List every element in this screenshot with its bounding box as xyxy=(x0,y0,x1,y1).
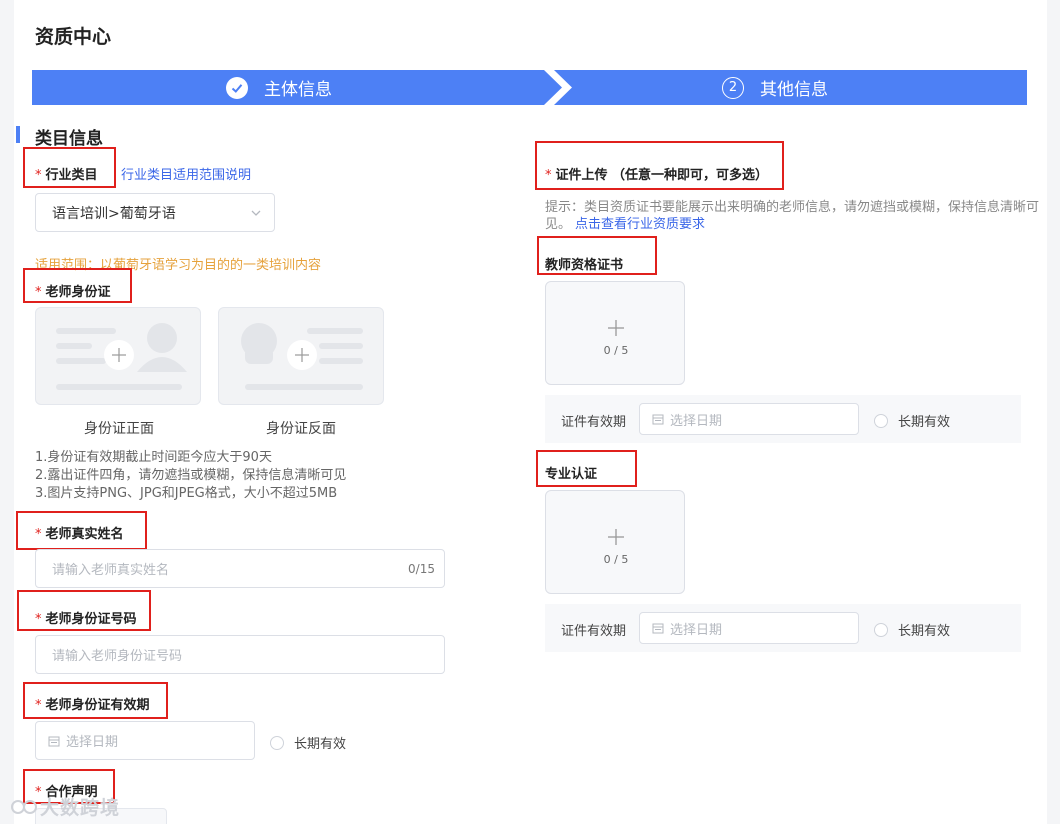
teacher-id-long-term-radio[interactable]: 长期有效 xyxy=(270,733,346,752)
watermark-logo-icon xyxy=(11,799,37,814)
teacher-name-input[interactable]: 请输入老师真实姓名 0/15 xyxy=(35,549,445,588)
step-other-info[interactable]: 2 其他信息 xyxy=(722,70,828,105)
radio-circle xyxy=(874,413,888,428)
teacher-id-label: * 老师身份证 xyxy=(35,285,111,300)
date-placeholder: 选择日期 xyxy=(670,622,723,638)
left-gutter xyxy=(0,0,14,824)
char-counter: 0/15 xyxy=(408,562,435,576)
plus-icon xyxy=(608,529,624,545)
upload-count: 0 / 5 xyxy=(603,553,629,566)
id-notes: 1.身份证有效期截止时间距今应大于90天 2.露出证件四角，请勿遮挡或模糊，保持… xyxy=(35,449,346,503)
industry-select-value: 语言培训>葡萄牙语 xyxy=(52,205,176,222)
radio-label: 长期有效 xyxy=(898,624,951,639)
teacher-name-placeholder: 请输入老师真实姓名 xyxy=(52,563,170,578)
certificate-upload-label: * 证件上传 （任意一种即可，可多选） xyxy=(545,168,769,183)
industry-scope-link[interactable]: 行业类目适用范围说明 xyxy=(121,164,251,183)
steps-bar: 主体信息 2 其他信息 xyxy=(32,70,1027,105)
professional-cert-label: 专业认证 xyxy=(545,467,598,482)
teacher-id-date-picker[interactable]: 选择日期 xyxy=(35,721,255,760)
validity-label: 证件有效期 xyxy=(561,624,627,639)
check-icon xyxy=(226,76,248,99)
teacher-id-number-placeholder: 请输入老师身份证号码 xyxy=(52,649,183,664)
chevron-down-icon xyxy=(251,210,261,216)
step-divider xyxy=(544,70,572,105)
date-placeholder: 选择日期 xyxy=(670,413,723,429)
id-front-upload[interactable] xyxy=(35,307,201,405)
teacher-cert-label: 教师资格证书 xyxy=(545,258,624,273)
certificate-tip: 提示：类目资质证书要能展示出来明确的老师信息，请勿遮挡或模糊，保持信息清晰可见。… xyxy=(545,199,1040,233)
id-back-placeholder-icon xyxy=(241,323,363,390)
calendar-icon xyxy=(652,623,664,634)
industry-label: * 行业类目 xyxy=(35,168,98,183)
right-gutter xyxy=(1047,0,1060,824)
id-back-caption: 身份证反面 xyxy=(266,421,336,437)
date-placeholder: 选择日期 xyxy=(66,735,119,750)
calendar-icon xyxy=(48,736,60,746)
professional-cert-date-picker[interactable]: 选择日期 xyxy=(639,612,859,644)
calendar-icon xyxy=(652,414,664,425)
teacher-id-number-input[interactable]: 请输入老师身份证号码 xyxy=(35,635,445,674)
id-note: 1.身份证有效期截止时间距今应大于90天 xyxy=(35,450,272,465)
radio-circle xyxy=(270,735,284,750)
step-number: 2 xyxy=(722,76,744,99)
plus-icon xyxy=(608,320,624,336)
page-title: 资质中心 xyxy=(35,26,112,48)
validity-label: 证件有效期 xyxy=(561,415,627,430)
radio-label: 长期有效 xyxy=(294,737,347,752)
step-label: 其他信息 xyxy=(760,80,828,100)
radio-circle xyxy=(874,622,888,637)
id-note: 3.图片支持PNG、JPG和JPEG格式，大小不超过5MB xyxy=(35,486,338,501)
radio-label: 长期有效 xyxy=(898,415,951,430)
professional-cert-long-term-radio[interactable]: 长期有效 xyxy=(874,620,950,639)
step-main-info[interactable]: 主体信息 xyxy=(226,70,332,105)
professional-cert-upload[interactable]: 0 / 5 xyxy=(545,490,685,594)
step-label: 主体信息 xyxy=(264,80,332,100)
industry-requirements-link[interactable]: 点击查看行业资质要求 xyxy=(575,217,705,232)
industry-select[interactable]: 语言培训>葡萄牙语 xyxy=(35,193,275,232)
teacher-cert-upload[interactable]: 0 / 5 xyxy=(545,281,685,385)
teacher-cert-long-term-radio[interactable]: 长期有效 xyxy=(874,411,950,430)
id-front-placeholder-icon xyxy=(56,323,187,390)
teacher-name-label: * 老师真实姓名 xyxy=(35,527,124,542)
upload-count: 0 / 5 xyxy=(603,344,629,357)
teacher-id-validity-label: * 老师身份证有效期 xyxy=(35,698,150,713)
id-front-caption: 身份证正面 xyxy=(84,421,154,437)
id-note: 2.露出证件四角，请勿遮挡或模糊，保持信息清晰可见 xyxy=(35,468,347,483)
watermark: 大数跨境 xyxy=(10,793,120,820)
teacher-id-number-label: * 老师身份证号码 xyxy=(35,612,137,627)
section-title: 类目信息 xyxy=(35,129,103,149)
section-accent xyxy=(16,126,20,143)
id-back-upload[interactable] xyxy=(218,307,384,405)
teacher-cert-date-picker[interactable]: 选择日期 xyxy=(639,403,859,435)
